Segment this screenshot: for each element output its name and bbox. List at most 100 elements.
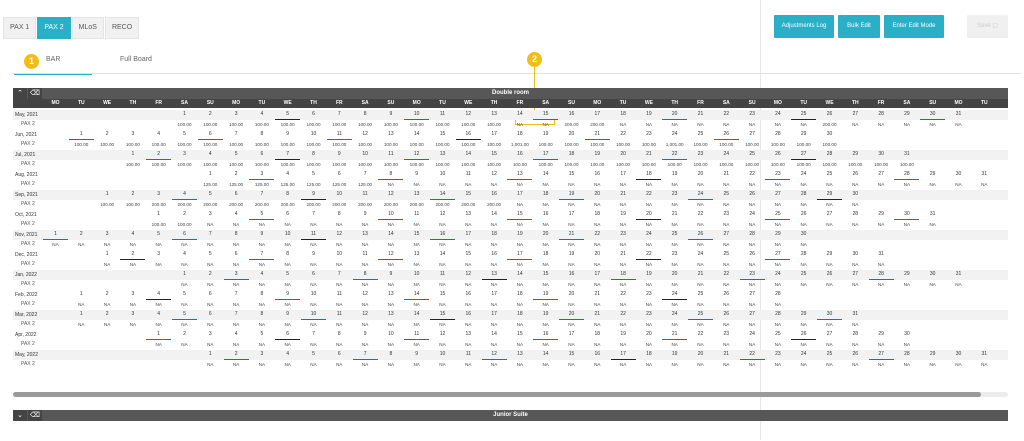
day-cell[interactable]: 3 bbox=[172, 150, 197, 159]
day-cell[interactable]: 19 bbox=[636, 110, 661, 119]
rate-cell[interactable]: NA bbox=[920, 360, 945, 369]
rate-cell[interactable]: 100.00 bbox=[765, 140, 790, 149]
rate-cell[interactable]: NA bbox=[378, 180, 403, 189]
rate-cell[interactable]: NA bbox=[533, 280, 558, 289]
rate-cell[interactable]: NA bbox=[507, 200, 532, 209]
rate-cell[interactable]: NA bbox=[198, 360, 223, 369]
day-cell[interactable]: 14 bbox=[404, 310, 429, 319]
day-cell[interactable]: 6 bbox=[224, 250, 249, 259]
day-cell[interactable]: 12 bbox=[404, 150, 430, 160]
day-cell[interactable]: 13 bbox=[404, 190, 429, 199]
day-cell[interactable]: 28 bbox=[740, 230, 765, 239]
day-cell[interactable]: 21 bbox=[662, 330, 688, 340]
rate-cell[interactable]: NA bbox=[740, 360, 765, 369]
rate-cell[interactable]: NA bbox=[688, 180, 713, 189]
rate-cell[interactable]: NA bbox=[559, 200, 584, 209]
day-cell[interactable]: 8 bbox=[249, 130, 274, 139]
rate-cell[interactable]: 100.00 bbox=[224, 140, 249, 149]
rate-cell[interactable]: NA bbox=[636, 240, 661, 249]
rate-cell[interactable]: 200.00 bbox=[224, 200, 249, 209]
rate-cell[interactable]: NA bbox=[327, 280, 352, 289]
day-cell[interactable]: 16 bbox=[533, 330, 559, 340]
rate-cell[interactable]: 100.00 bbox=[636, 160, 661, 169]
day-cell[interactable]: 29 bbox=[791, 130, 816, 139]
rate-cell[interactable]: 200.00 bbox=[327, 200, 352, 209]
day-cell[interactable]: 23 bbox=[714, 210, 739, 219]
day-cell[interactable]: 28 bbox=[791, 190, 816, 199]
day-cell[interactable]: 11 bbox=[326, 130, 352, 140]
rate-cell[interactable]: NA bbox=[456, 340, 481, 349]
rate-cell[interactable]: 100.00 bbox=[817, 160, 842, 169]
rate-cell[interactable]: 100.00 bbox=[533, 140, 558, 149]
rate-cell[interactable]: NA bbox=[249, 240, 274, 249]
day-cell[interactable]: 16 bbox=[455, 130, 481, 140]
day-cell[interactable]: 3 bbox=[249, 350, 274, 359]
rate-cell[interactable]: NA bbox=[791, 240, 816, 249]
rate-cell[interactable]: NA bbox=[95, 320, 120, 329]
rate-cell[interactable]: NA bbox=[378, 260, 403, 269]
rate-cell[interactable]: NA bbox=[430, 220, 455, 229]
rate-cell[interactable]: NA bbox=[249, 340, 274, 349]
day-cell[interactable]: 4 bbox=[249, 270, 274, 279]
day-cell[interactable]: 25 bbox=[740, 150, 765, 159]
day-cell[interactable]: 21 bbox=[662, 210, 687, 219]
day-cell[interactable]: 22 bbox=[636, 250, 662, 260]
day-cell[interactable]: 7 bbox=[275, 150, 301, 160]
rate-cell[interactable]: NA bbox=[894, 360, 919, 369]
rate-cell[interactable]: NA bbox=[585, 300, 610, 309]
rate-cell[interactable]: NA bbox=[120, 240, 145, 249]
rate-cell[interactable]: NA bbox=[740, 180, 765, 189]
day-cell[interactable]: 5 bbox=[249, 330, 274, 339]
rate-cell[interactable]: NA bbox=[378, 300, 403, 309]
rate-cell[interactable]: NA bbox=[740, 220, 765, 229]
day-cell[interactable]: 20 bbox=[636, 210, 662, 220]
day-cell[interactable]: 27 bbox=[740, 310, 765, 319]
day-cell[interactable]: 29 bbox=[920, 350, 945, 359]
rate-cell[interactable]: NA bbox=[817, 260, 842, 269]
day-cell[interactable]: 31 bbox=[843, 310, 868, 319]
day-cell[interactable]: 29 bbox=[765, 230, 790, 239]
day-cell[interactable]: 31 bbox=[894, 150, 919, 159]
day-cell[interactable]: 4 bbox=[146, 130, 171, 139]
rate-cell[interactable]: 200.00 bbox=[353, 200, 378, 209]
rate-cell[interactable]: NA bbox=[353, 240, 378, 249]
day-cell[interactable]: 17 bbox=[507, 190, 532, 199]
day-cell[interactable]: 4 bbox=[146, 290, 172, 300]
day-cell[interactable]: 18 bbox=[636, 170, 662, 180]
day-cell[interactable]: 25 bbox=[765, 330, 790, 339]
rate-cell[interactable]: NA bbox=[456, 320, 481, 329]
rate-cell[interactable]: NA bbox=[585, 200, 610, 209]
day-cell[interactable]: 21 bbox=[585, 310, 610, 319]
rate-cell[interactable]: NA bbox=[146, 260, 171, 269]
rate-cell[interactable]: NA bbox=[275, 260, 300, 269]
day-cell[interactable]: 14 bbox=[533, 170, 558, 179]
day-cell[interactable]: 24 bbox=[714, 150, 739, 159]
day-cell[interactable]: 3 bbox=[120, 130, 145, 139]
day-cell[interactable]: 8 bbox=[378, 170, 404, 180]
rate-cell[interactable]: NA bbox=[791, 120, 816, 129]
enter-edit-mode-button[interactable]: Enter Edit Mode bbox=[884, 15, 944, 38]
day-cell[interactable]: 4 bbox=[146, 310, 171, 319]
day-cell[interactable]: 8 bbox=[327, 210, 352, 219]
rate-cell[interactable]: NA bbox=[482, 180, 507, 189]
rate-cell[interactable]: NA bbox=[404, 240, 429, 249]
rate-cell[interactable]: NA bbox=[688, 220, 713, 229]
day-cell[interactable]: 16 bbox=[430, 230, 455, 240]
rate-cell[interactable]: 100.00 bbox=[482, 120, 507, 129]
rate-cell[interactable]: NA bbox=[275, 240, 300, 249]
rate-cell[interactable]: NA bbox=[249, 260, 274, 269]
day-cell[interactable]: 9 bbox=[327, 150, 352, 159]
day-cell[interactable]: 18 bbox=[611, 110, 636, 119]
rate-cell[interactable]: NA bbox=[404, 320, 429, 329]
day-cell[interactable]: 25 bbox=[817, 170, 842, 179]
day-cell[interactable]: 27 bbox=[843, 110, 868, 119]
rate-cell[interactable]: NA bbox=[765, 180, 790, 189]
rate-cell[interactable]: NA bbox=[636, 180, 661, 189]
rate-cell[interactable]: NA bbox=[301, 260, 326, 269]
day-cell[interactable]: 27 bbox=[868, 350, 894, 360]
rate-cell[interactable]: NA bbox=[482, 360, 507, 369]
day-cell[interactable]: 29 bbox=[920, 170, 945, 179]
rate-cell[interactable]: NA bbox=[636, 280, 661, 289]
rate-cell[interactable]: 100.00 bbox=[636, 140, 661, 149]
rate-cell[interactable]: NA bbox=[172, 240, 197, 249]
